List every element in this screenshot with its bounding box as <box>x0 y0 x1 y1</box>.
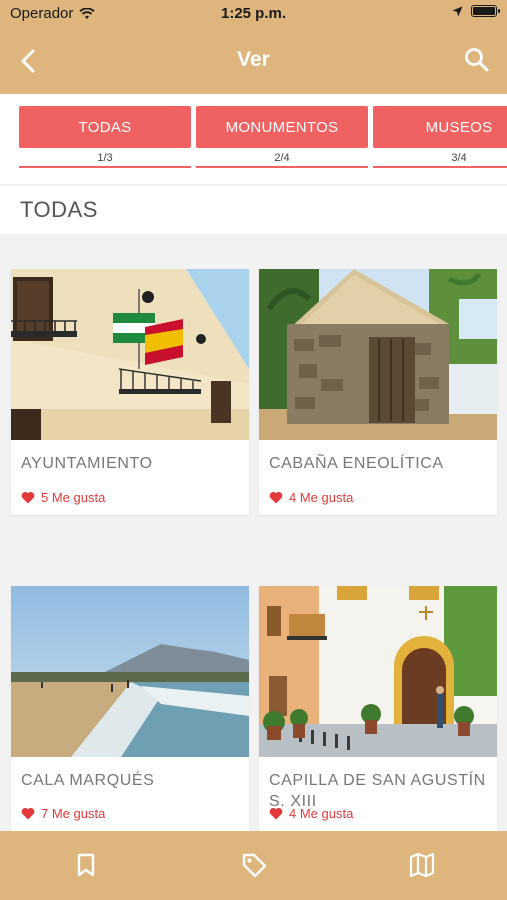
tag-icon[interactable] <box>240 851 268 879</box>
place-name: CAPILLA DE SAN AGUSTÍN S. XIII <box>269 772 486 810</box>
like-label: 4 Me gusta <box>289 806 354 821</box>
tab-count: 3/4 <box>373 150 507 168</box>
place-card-cabana[interactable]: CABAÑA ENEOLÍTICA 4 Me gusta <box>259 269 497 515</box>
status-bar: Operador 1:25 p.m. <box>0 0 507 28</box>
search-icon[interactable] <box>463 46 491 74</box>
bottom-tab-bar <box>0 831 507 900</box>
place-card-capilla[interactable]: CAPILLA DE SAN AGUSTÍN S. XIII 4 Me gust… <box>259 586 497 831</box>
place-name: CALA MARQUÉS <box>21 772 155 789</box>
status-time: 1:25 p.m. <box>220 5 287 22</box>
heart-icon[interactable] <box>269 491 283 504</box>
heart-icon[interactable] <box>269 807 283 820</box>
section-title: TODAS <box>0 186 507 234</box>
tab-todas[interactable]: TODAS 1/3 <box>19 106 191 170</box>
map-icon[interactable] <box>408 851 436 879</box>
heart-icon[interactable] <box>21 491 35 504</box>
like-label: 4 Me gusta <box>289 490 354 505</box>
like-count[interactable]: 4 Me gusta <box>269 806 353 821</box>
tab-label[interactable]: MUSEOS <box>373 106 507 148</box>
app-header: Operador 1:25 p.m. Ver <box>0 0 507 94</box>
location-arrow-icon <box>452 6 463 16</box>
chevron-left-icon[interactable] <box>14 46 44 76</box>
heart-icon[interactable] <box>21 807 35 820</box>
tab-label[interactable]: TODAS <box>19 106 191 148</box>
like-count[interactable]: 7 Me gusta <box>21 806 105 821</box>
place-photo <box>259 269 497 440</box>
place-card-ayuntamiento[interactable]: AYUNTAMIENTO 5 Me gusta <box>11 269 249 515</box>
place-photo <box>11 269 249 440</box>
place-photo <box>259 586 497 757</box>
like-count[interactable]: 4 Me gusta <box>269 490 353 505</box>
bookmark-icon[interactable] <box>72 851 100 879</box>
tab-monumentos[interactable]: MONUMENTOS 2/4 <box>196 106 368 170</box>
category-tabs: TODAS 1/3 MONUMENTOS 2/4 MUSEOS 3/4 <box>0 94 507 184</box>
like-label: 5 Me gusta <box>41 490 106 505</box>
like-label: 7 Me gusta <box>41 806 106 821</box>
tab-label[interactable]: MONUMENTOS <box>196 106 368 148</box>
page-title: Ver <box>237 48 270 71</box>
place-card-cala-marques[interactable]: CALA MARQUÉS 7 Me gusta <box>11 586 249 831</box>
like-count[interactable]: 5 Me gusta <box>21 490 105 505</box>
place-photo <box>11 586 249 757</box>
tab-count: 2/4 <box>196 150 368 168</box>
place-name: AYUNTAMIENTO <box>21 455 153 472</box>
tab-museos[interactable]: MUSEOS 3/4 <box>373 106 507 170</box>
tab-count: 1/3 <box>19 150 191 168</box>
battery-icon <box>471 5 500 17</box>
nav-bar: Ver <box>0 36 507 84</box>
place-name: CABAÑA ENEOLÍTICA <box>269 455 444 472</box>
